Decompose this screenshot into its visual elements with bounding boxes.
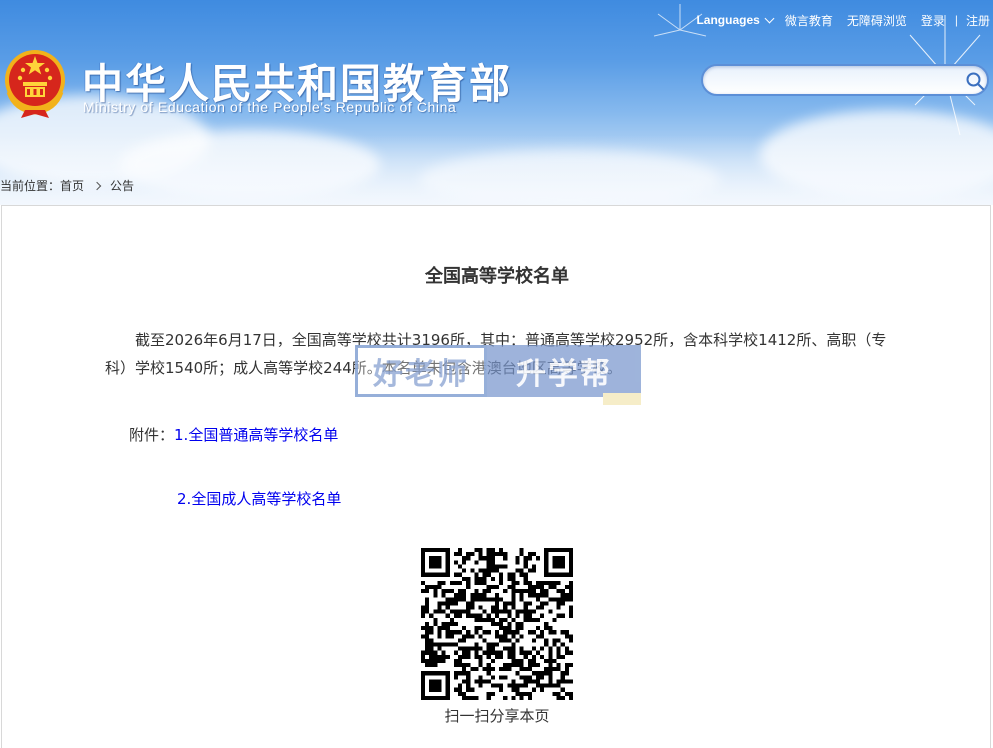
attachment-row-1: 附件：1.全国普通高等学校名单 <box>129 424 338 445</box>
watermark-logo: 好老师 升学帮 <box>355 345 641 405</box>
top-links-bar: Languages 微言教育 无障碍浏览 登录 | 注册 <box>696 12 993 28</box>
login-link[interactable]: 登录 <box>921 12 945 29</box>
attachment-row-2: 2.全国成人高等学校名单 <box>177 488 341 509</box>
chevron-down-icon[interactable] <box>764 13 775 23</box>
site-subtitle-en: Ministry of Education of the People's Re… <box>83 99 457 115</box>
dandelion-decoration <box>653 4 707 37</box>
breadcrumb-home[interactable]: 首页 <box>60 177 84 194</box>
watermark-right: 升学帮 <box>487 345 641 405</box>
search-icon[interactable] <box>965 71 985 91</box>
national-emblem-icon[interactable] <box>3 48 67 120</box>
search-input[interactable] <box>717 71 955 91</box>
attachment-label: 附件： <box>129 426 175 444</box>
weibo-link[interactable]: 微言教育 <box>785 12 833 29</box>
article-panel: 全国高等学校名单 截至2026年6月17日，全国高等学校共计3196所，其中：普… <box>1 205 991 748</box>
languages-menu[interactable]: Languages <box>696 13 759 27</box>
accessibility-link[interactable]: 无障碍浏览 <box>847 12 907 29</box>
breadcrumb-label: 当前位置： <box>0 179 61 193</box>
qr-caption: 扫一扫分享本页 <box>444 707 550 725</box>
share-qr-code <box>421 548 573 700</box>
link-separator: | <box>954 13 958 27</box>
watermark-left: 好老师 <box>355 345 487 397</box>
attachment-link-1[interactable]: 1.全国普通高等学校名单 <box>174 426 338 444</box>
chevron-right-icon <box>92 181 102 190</box>
attachment-link-2[interactable]: 2.全国成人高等学校名单 <box>177 490 341 508</box>
search-box <box>701 64 989 96</box>
article-title: 全国高等学校名单 <box>425 266 569 287</box>
breadcrumb-current[interactable]: 公告 <box>110 177 134 194</box>
breadcrumb: 当前位置： 首页 公告 <box>0 177 134 194</box>
register-link[interactable]: 注册 <box>966 12 990 29</box>
header-banner: Languages 微言教育 无障碍浏览 登录 | 注册 中华人民共和国教育部 … <box>0 0 993 205</box>
